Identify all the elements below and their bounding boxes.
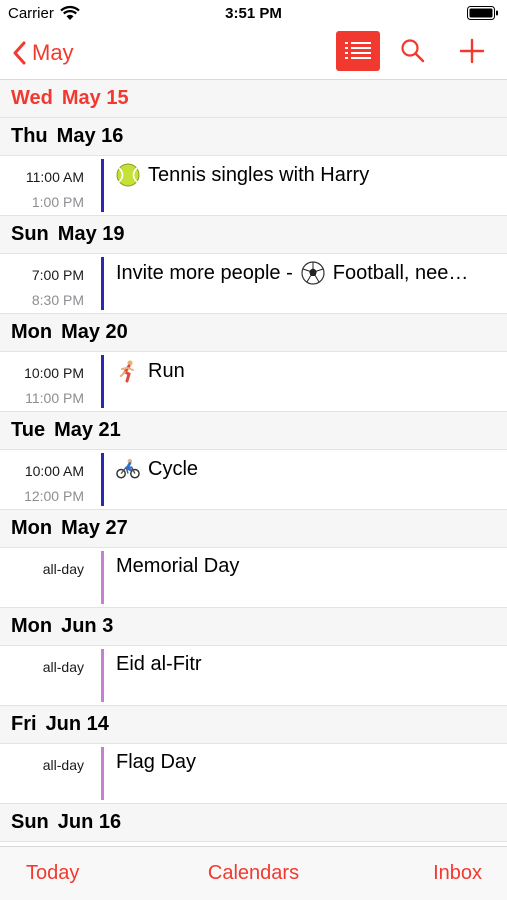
- tennis-ball-icon: [116, 163, 140, 187]
- calendar-color-bar: [101, 551, 104, 604]
- back-button[interactable]: May: [12, 38, 74, 68]
- add-event-icon[interactable]: [458, 37, 486, 65]
- day-header: Tue May 21: [0, 412, 507, 450]
- event-row[interactable]: all-day Eid al-Fitr: [0, 646, 507, 706]
- day-of-week: Mon: [11, 615, 53, 637]
- search-icon[interactable]: [400, 38, 426, 64]
- event-row[interactable]: 11:00 AM 1:00 PM Tennis singles with Har…: [0, 156, 507, 216]
- event-row[interactable]: 10:00 PM 11:00 PM Run: [0, 352, 507, 412]
- event-start-time: 10:00 PM: [24, 365, 84, 381]
- day-header: Mon May 20: [0, 314, 507, 352]
- day-date: Jun 16: [57, 811, 122, 833]
- nav-bar: May: [0, 28, 507, 80]
- battery-icon: [467, 6, 498, 20]
- event-title-text: Eid al-Fitr: [116, 653, 202, 675]
- day-of-week: Tue: [11, 419, 46, 441]
- event-title: Invite more people - Football, nee…: [116, 261, 487, 285]
- event-start-time: 10:00 AM: [24, 463, 84, 479]
- day-header: Sun May 19: [0, 216, 507, 254]
- event-start-time: 7:00 PM: [31, 267, 84, 283]
- event-row[interactable]: all-day Flag Day: [0, 744, 507, 804]
- event-row[interactable]: 7:00 PM 8:30 PM Invite more people - Foo…: [0, 254, 507, 314]
- event-title-text: Cycle: [148, 457, 199, 480]
- calendar-color-bar: [101, 159, 104, 212]
- event-end-time: 8:30 PM: [31, 292, 84, 308]
- agenda-list[interactable]: Wed May 15 Thu May 16 11:00 AM 1:00 PM T…: [0, 80, 507, 846]
- all-day-label: all-day: [42, 561, 84, 577]
- calendar-color-bar: [101, 355, 104, 408]
- list-view-button[interactable]: [336, 31, 380, 71]
- event-title-text: Tennis singles with Harry: [148, 163, 370, 186]
- event-title-text: Flag Day: [116, 751, 197, 773]
- event-row[interactable]: all-day Memorial Day: [0, 548, 507, 608]
- day-date: May 15: [61, 87, 129, 109]
- clock: 3:51 PM: [225, 5, 282, 22]
- event-title: Cycle: [116, 457, 487, 481]
- day-date: May 21: [54, 419, 121, 441]
- day-header: Thu May 16: [0, 118, 507, 156]
- event-end-time: 12:00 PM: [24, 488, 84, 504]
- event-end-time: 11:00 PM: [25, 390, 84, 406]
- day-of-week: Mon: [11, 321, 53, 343]
- event-row[interactable]: 10:00 AM 12:00 PM Cycle: [0, 450, 507, 510]
- calendar-color-bar: [101, 747, 104, 800]
- tab-bar: Today Calendars Inbox: [0, 846, 507, 900]
- day-date: Jun 14: [45, 713, 109, 735]
- event-title-text: Football, nee…: [332, 261, 469, 284]
- event-title: Run: [116, 359, 487, 383]
- chevron-left-icon: [13, 41, 26, 65]
- event-end-time: 1:00 PM: [31, 194, 84, 210]
- day-header-today: Wed May 15: [0, 80, 507, 118]
- event-title-prefix: Invite more people -: [116, 261, 293, 284]
- calendar-color-bar: [101, 257, 104, 310]
- event-start-time: 11:00 AM: [25, 169, 84, 185]
- status-bar: Carrier 3:51 PM: [0, 0, 507, 28]
- runner-icon: [120, 360, 134, 383]
- day-header: Sun Jun 16: [0, 804, 507, 842]
- day-header: Fri Jun 14: [0, 706, 507, 744]
- back-label: May: [32, 40, 74, 65]
- day-of-week: Wed: [11, 87, 53, 109]
- list-icon: [345, 42, 371, 59]
- event-title: Flag Day: [116, 751, 487, 774]
- soccer-ball-icon: [301, 261, 325, 285]
- day-date: May 20: [61, 321, 128, 343]
- all-day-label: all-day: [42, 757, 84, 773]
- day-of-week: Sun: [11, 811, 49, 833]
- calendar-color-bar: [101, 453, 104, 506]
- day-of-week: Mon: [11, 517, 53, 539]
- inbox-button[interactable]: Inbox: [433, 862, 482, 885]
- day-date: May 27: [61, 517, 128, 539]
- all-day-label: all-day: [42, 659, 84, 675]
- day-date: May 16: [56, 125, 124, 147]
- event-title: Memorial Day: [116, 555, 487, 578]
- event-title: Tennis singles with Harry: [116, 163, 487, 187]
- day-date: May 19: [57, 223, 125, 245]
- day-header: Mon May 27: [0, 510, 507, 548]
- calendars-button[interactable]: Calendars: [0, 862, 507, 885]
- day-of-week: Sun: [11, 223, 49, 245]
- event-title-text: Run: [148, 359, 185, 382]
- event-title-text: Memorial Day: [116, 555, 240, 577]
- cyclist-icon: [116, 458, 140, 479]
- day-of-week: Thu: [11, 125, 48, 147]
- day-header: Mon Jun 3: [0, 608, 507, 646]
- day-date: Jun 3: [61, 615, 114, 637]
- calendar-color-bar: [101, 649, 104, 702]
- event-title: Eid al-Fitr: [116, 653, 487, 676]
- day-of-week: Fri: [11, 713, 37, 735]
